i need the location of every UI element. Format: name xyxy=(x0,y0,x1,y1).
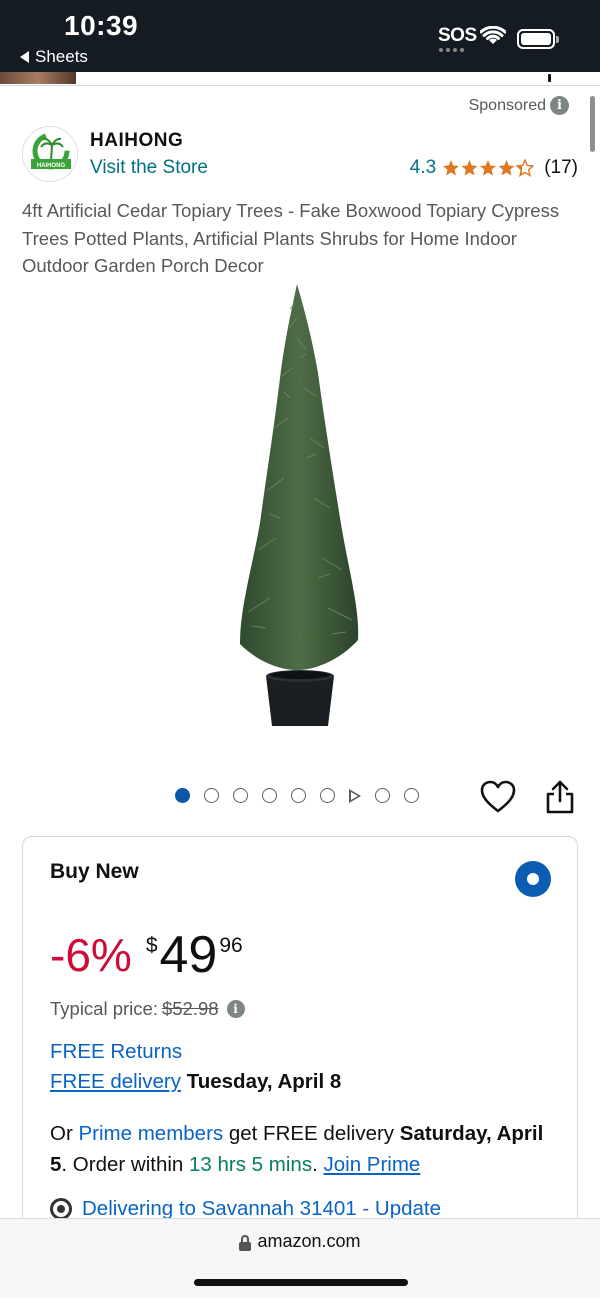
brand-logo[interactable]: HAIHONG xyxy=(22,126,78,182)
prime-prefix: Or xyxy=(50,1122,73,1145)
image-carousel-indicator[interactable] xyxy=(175,788,419,803)
free-delivery-link[interactable]: FREE delivery xyxy=(50,1070,181,1093)
delivery-date: Tuesday, April 8 xyxy=(186,1070,342,1093)
product-image[interactable] xyxy=(200,278,400,733)
url-text: amazon.com xyxy=(257,1231,361,1251)
home-indicator[interactable] xyxy=(194,1279,408,1286)
browser-bottom-bar: amazon.com xyxy=(0,1218,600,1298)
palm-tree-logo-icon: HAIHONG xyxy=(31,132,71,170)
join-prime-link[interactable]: Join Prime xyxy=(323,1153,420,1176)
carousel-dot[interactable] xyxy=(404,788,419,803)
battery-icon xyxy=(517,29,559,49)
back-to-app-button[interactable]: Sheets xyxy=(20,47,88,67)
order-countdown: 13 hrs 5 mins xyxy=(189,1153,313,1176)
price-whole: 49 xyxy=(159,926,218,984)
delivery-info: FREE delivery Tuesday, April 8 xyxy=(50,1070,341,1094)
status-time: 10:39 xyxy=(64,10,139,41)
buy-box: Buy New -6% $ 49 96 Typical price: $52.9… xyxy=(22,836,578,1256)
info-icon[interactable]: i xyxy=(226,1000,245,1018)
signal-dots-icon xyxy=(439,48,464,52)
free-returns-link[interactable]: FREE Returns xyxy=(50,1040,182,1064)
sos-label: SOS xyxy=(438,25,477,46)
prime-middle-text: get FREE delivery xyxy=(228,1122,395,1145)
product-title: 4ft Artificial Cedar Topiary Trees - Fak… xyxy=(22,200,560,276)
wifi-icon xyxy=(480,26,506,44)
carousel-dot[interactable] xyxy=(175,788,190,803)
info-icon[interactable]: i xyxy=(550,96,569,115)
price-row: -6% $ 49 96 xyxy=(50,927,243,983)
visit-store-link[interactable]: Visit the Store xyxy=(90,157,208,179)
address-bar[interactable]: amazon.com xyxy=(0,1231,600,1252)
back-app-label: Sheets xyxy=(35,47,88,66)
buy-new-heading: Buy New xyxy=(50,860,139,883)
order-within-text: . Order within xyxy=(61,1153,184,1176)
back-arrow-icon xyxy=(20,51,29,63)
typical-price-value: $52.98 xyxy=(161,998,219,1019)
status-bar: 10:39 Sheets SOS xyxy=(0,0,600,72)
share-icon[interactable] xyxy=(544,779,576,815)
carousel-dot[interactable] xyxy=(291,788,306,803)
scrollbar[interactable] xyxy=(590,96,595,152)
price-currency: $ xyxy=(145,934,158,957)
previous-content-mark xyxy=(548,74,551,82)
prime-members-link[interactable]: Prime members xyxy=(78,1122,223,1145)
previous-content-strip xyxy=(0,72,600,86)
video-play-icon[interactable] xyxy=(349,788,361,803)
heart-icon[interactable] xyxy=(480,780,516,814)
star-rating-icon xyxy=(443,159,534,177)
brand-name: HAIHONG xyxy=(90,130,184,151)
carousel-dot[interactable] xyxy=(375,788,390,803)
location-icon xyxy=(50,1198,72,1220)
typical-price-label: Typical price: xyxy=(50,998,158,1019)
logo-text: HAIHONG xyxy=(37,163,66,169)
sponsored-label[interactable]: Sponsored i xyxy=(469,96,569,115)
lock-icon xyxy=(239,1234,252,1251)
carousel-dot[interactable] xyxy=(204,788,219,803)
sponsored-text: Sponsored xyxy=(468,96,546,114)
previous-image-thumbnail xyxy=(0,72,76,84)
discount-percent: -6% xyxy=(50,929,132,981)
carousel-dot[interactable] xyxy=(320,788,335,803)
rating-count: (17) xyxy=(544,157,578,178)
typical-price: Typical price: $52.98 i xyxy=(50,998,245,1020)
price-fraction: 96 xyxy=(219,934,243,957)
rating-value: 4.3 xyxy=(409,157,437,178)
carousel-dot[interactable] xyxy=(262,788,277,803)
carousel-dot[interactable] xyxy=(233,788,248,803)
buy-new-radio[interactable] xyxy=(515,861,551,897)
prime-delivery-info: Or Prime members get FREE delivery Satur… xyxy=(50,1122,544,1176)
rating-summary[interactable]: 4.3 (17) xyxy=(410,157,578,179)
